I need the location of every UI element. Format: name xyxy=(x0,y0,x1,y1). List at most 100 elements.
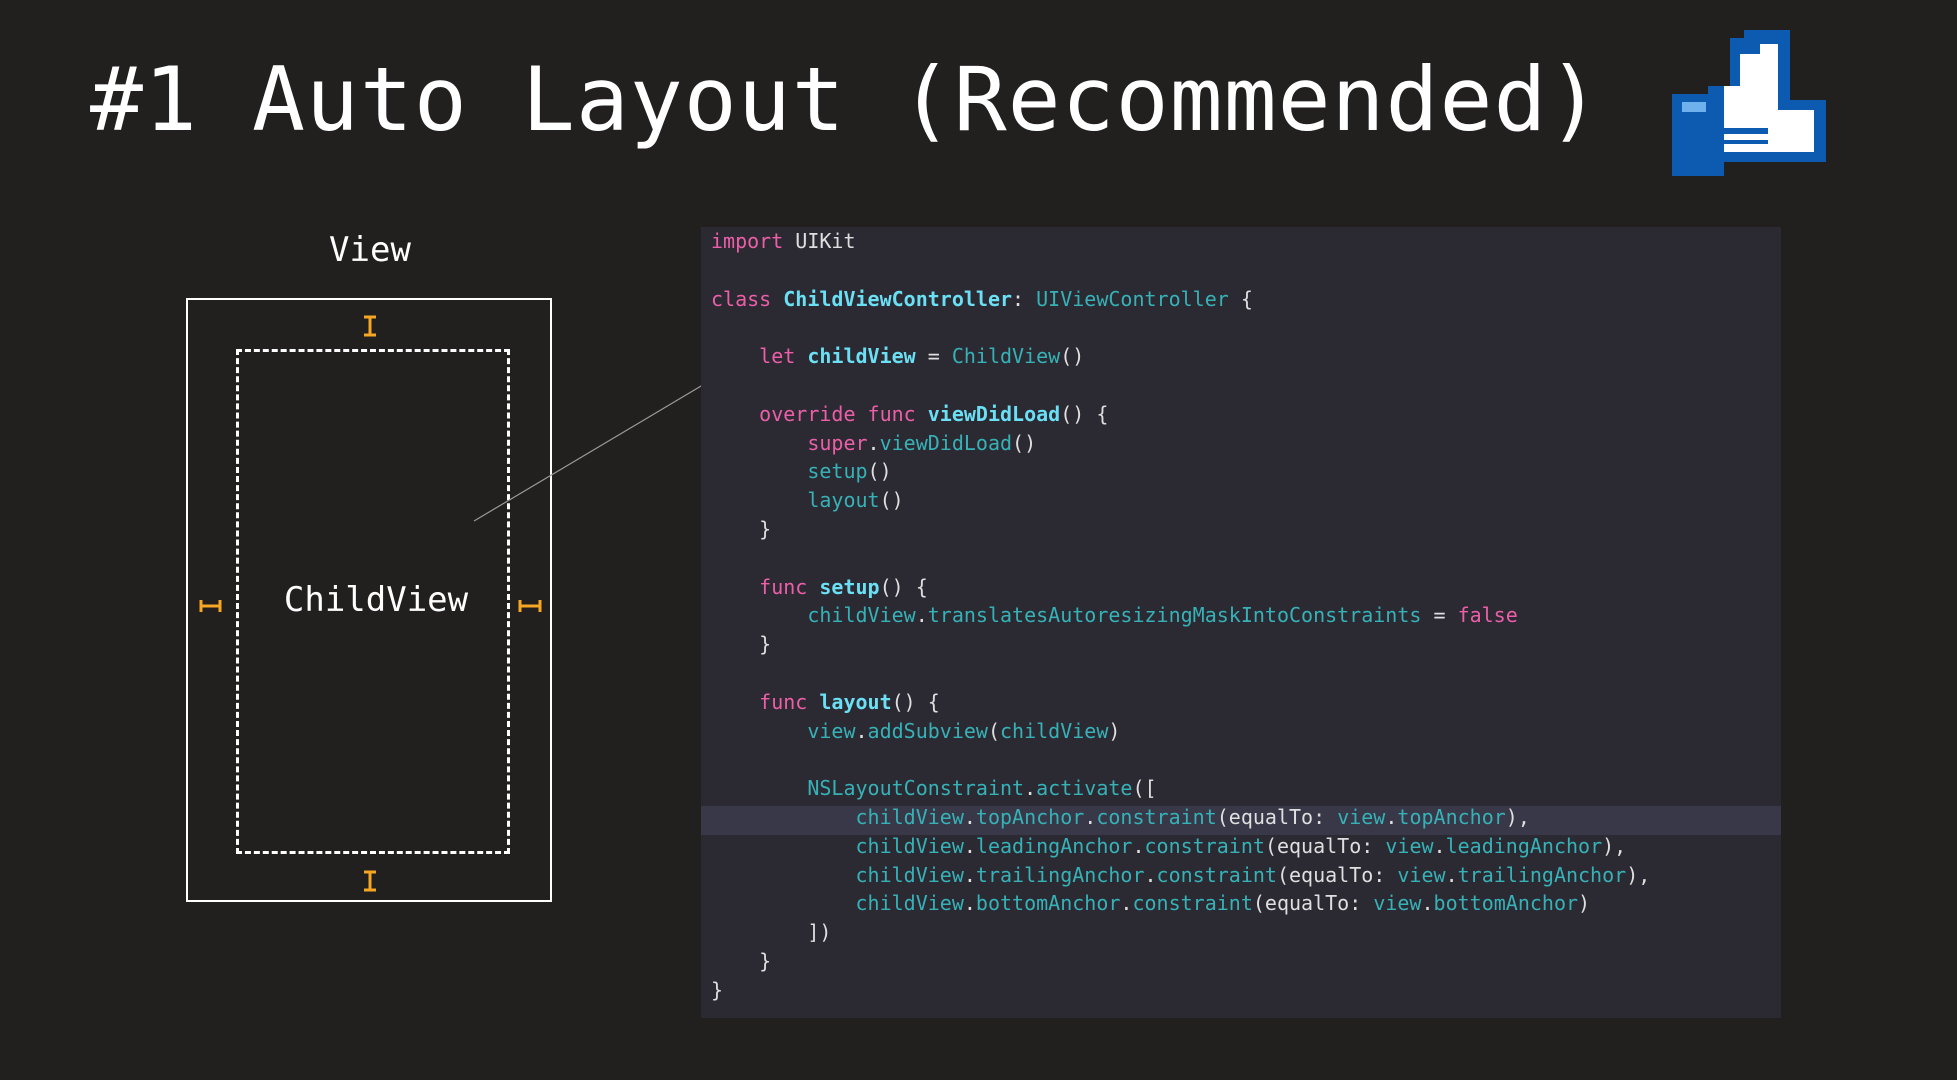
top-constraint-icon xyxy=(364,315,376,337)
code-token: childView xyxy=(855,891,964,916)
code-token: translatesAutoresizingMaskIntoConstraint… xyxy=(927,603,1422,628)
code-token: leadingAnchor xyxy=(1445,833,1603,858)
code-token: topAnchor xyxy=(975,804,1085,829)
code-token: } xyxy=(711,948,772,973)
code-token: () xyxy=(1060,344,1085,369)
code-line: } xyxy=(711,947,1650,976)
code-token: . xyxy=(1421,891,1434,916)
code-token: view xyxy=(1337,804,1386,829)
code-token: = xyxy=(915,344,952,369)
code-token: NSLayoutConstraint xyxy=(807,776,1025,801)
connector-line xyxy=(473,366,734,522)
code-token: childView xyxy=(855,804,964,829)
code-token: func xyxy=(867,401,916,426)
code-token: func xyxy=(759,574,808,599)
code-token: ), xyxy=(1602,833,1627,858)
code-token: () xyxy=(1012,430,1037,455)
code-token: . xyxy=(963,833,976,858)
code-token: : xyxy=(1012,286,1037,311)
code-token: view xyxy=(1373,891,1422,916)
code-line: layout() xyxy=(711,486,1650,515)
code-token: } xyxy=(711,632,772,657)
code-line: ​ xyxy=(711,371,1650,400)
code-line: } xyxy=(711,976,1650,1005)
code-line: ​ xyxy=(711,544,1650,573)
code-token: } xyxy=(711,977,724,1002)
code-token: ]) xyxy=(711,920,832,945)
code-token: bottomAnchor xyxy=(1433,891,1579,916)
code-token: . xyxy=(963,804,976,829)
code-token: (equalTo: xyxy=(1216,804,1338,829)
code-token: . xyxy=(1132,833,1145,858)
bottom-constraint-icon xyxy=(364,870,376,892)
code-token: (equalTo: xyxy=(1252,891,1374,916)
code-token: childView xyxy=(1000,718,1109,743)
code-token: view xyxy=(807,718,856,743)
code-token: func xyxy=(759,689,808,714)
code-token: ChildView xyxy=(951,344,1061,369)
code-token: . xyxy=(1024,776,1037,801)
code-token: addSubview xyxy=(867,718,988,743)
code-line: childView.trailingAnchor.constraint(equa… xyxy=(711,861,1651,890)
code-line: ​ xyxy=(711,313,1650,342)
code-token: class xyxy=(711,286,772,311)
code-token: layout xyxy=(807,488,880,513)
code-token: override xyxy=(759,401,856,426)
code-token: . xyxy=(1385,804,1398,829)
code-token: view xyxy=(1397,862,1446,887)
code-token: . xyxy=(867,430,880,455)
code-token: setup xyxy=(807,459,868,484)
code-line: } xyxy=(711,630,1650,659)
code-line: func layout() { xyxy=(711,688,1650,717)
code-token: . xyxy=(855,718,868,743)
code-token: (equalTo: xyxy=(1276,862,1398,887)
code-lines: import UIKit​class ChildViewController: … xyxy=(711,227,1650,1005)
code-token: ChildViewController xyxy=(783,286,1013,311)
code-token: layout xyxy=(819,689,892,714)
trailing-constraint-icon xyxy=(518,600,542,612)
code-token: view xyxy=(1385,833,1434,858)
code-token: constraint xyxy=(1096,804,1217,829)
code-token: leadingAnchor xyxy=(975,833,1133,858)
code-token: . xyxy=(1120,891,1133,916)
code-line: let childView = ChildView() xyxy=(711,342,1650,371)
code-line: class ChildViewController: UIViewControl… xyxy=(711,285,1650,314)
code-token: . xyxy=(963,862,976,887)
code-token: { xyxy=(1228,286,1253,311)
code-line: ]) xyxy=(711,918,1650,947)
code-token: topAnchor xyxy=(1397,804,1506,829)
code-line: } xyxy=(711,515,1650,544)
code-token: let xyxy=(759,344,796,369)
code-panel: import UIKit​class ChildViewController: … xyxy=(701,227,1781,1018)
code-token: = xyxy=(1421,603,1458,628)
code-token: trailingAnchor xyxy=(1457,862,1627,887)
code-token: () xyxy=(879,488,904,513)
code-line: import UIKit xyxy=(711,227,1650,256)
code-token: childView xyxy=(807,344,916,369)
code-token: () { xyxy=(1060,401,1109,426)
code-token: bottomAnchor xyxy=(975,891,1121,916)
code-token: constraint xyxy=(1132,891,1253,916)
leading-constraint-icon xyxy=(199,600,222,612)
code-token: childView xyxy=(855,833,964,858)
code-line: view.addSubview(childView) xyxy=(711,717,1650,746)
code-token: } xyxy=(711,516,772,541)
code-line: NSLayoutConstraint.activate([ xyxy=(711,774,1650,803)
code-token: () { xyxy=(879,574,928,599)
code-token: UIKit xyxy=(783,229,856,253)
code-line: super.viewDidLoad() xyxy=(711,429,1650,458)
code-token: false xyxy=(1457,603,1518,628)
